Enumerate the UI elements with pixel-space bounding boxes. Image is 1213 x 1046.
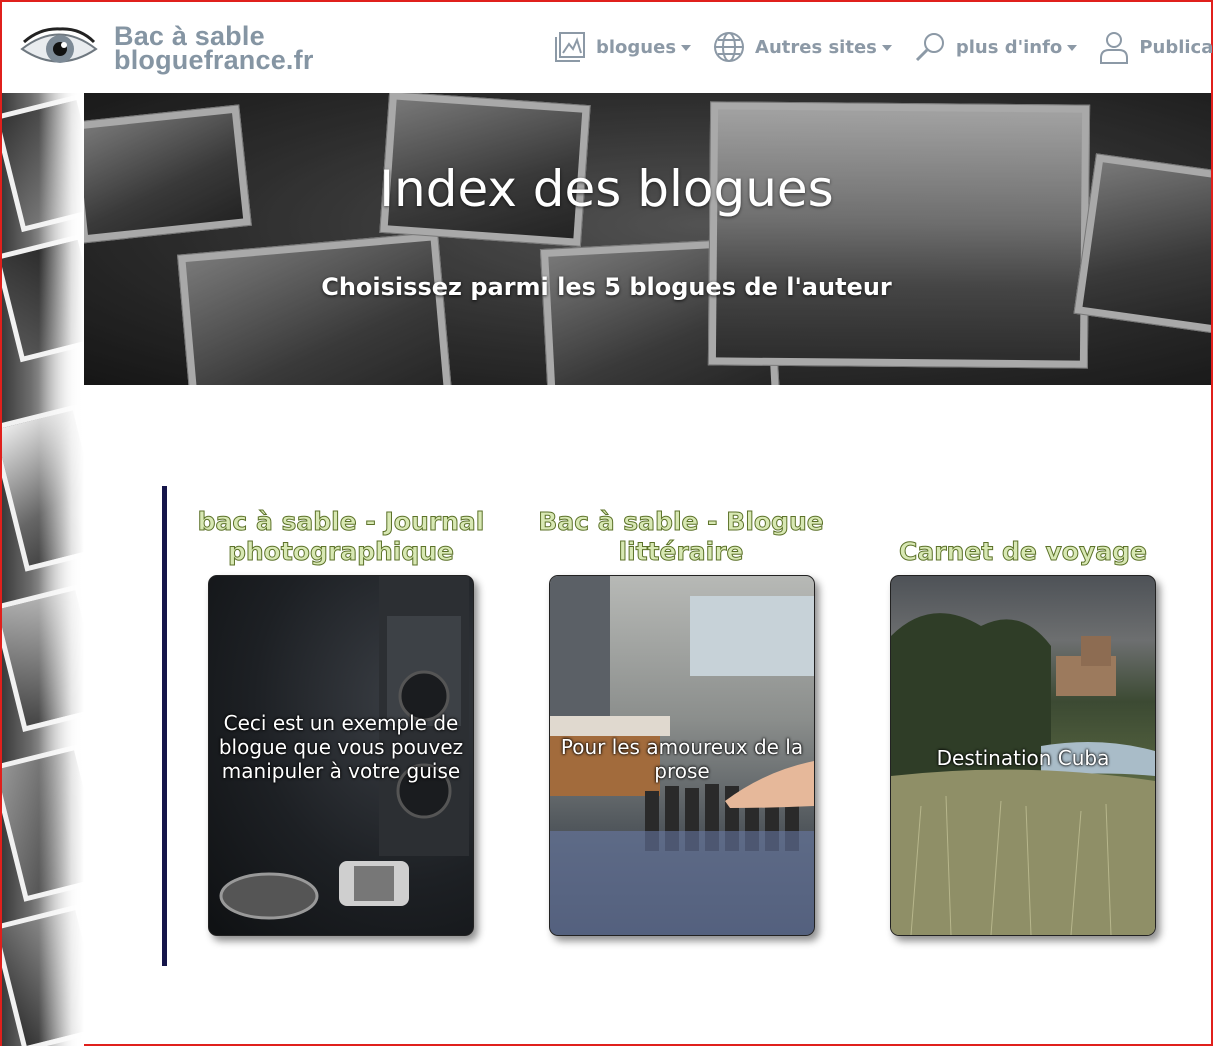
blog-card-journal-photo[interactable]: Ceci est un exemple de blogue que vous p…	[208, 575, 474, 936]
nav-plus-info[interactable]: plus d'info	[914, 31, 1078, 63]
eye-logo-icon[interactable]	[20, 22, 98, 72]
page-title: Index des blogues	[379, 160, 834, 218]
user-icon	[1100, 32, 1129, 64]
page-subtitle: Choisissez parmi les 5 blogues de l'aute…	[321, 273, 892, 301]
brand-line-2: bloguefrance.fr	[114, 45, 314, 75]
nav-autres-sites[interactable]: Autres sites	[713, 31, 892, 63]
nav-plus-info-label: plus d'info	[955, 36, 1063, 58]
site-brand[interactable]: Bac à sable bloguefrance.fr	[114, 23, 314, 75]
accent-bar	[162, 486, 167, 966]
chevron-down-icon	[881, 45, 892, 51]
chevron-down-icon	[1067, 45, 1078, 51]
nav-autres-sites-label: Autres sites	[755, 36, 877, 58]
nav-blogues[interactable]: blogues	[554, 31, 692, 63]
blog-card-carnet-voyage[interactable]: Destination Cuba	[890, 575, 1156, 936]
main-nav: blogues Autres sites plus d'info Publica	[554, 30, 1213, 64]
nav-publications[interactable]: Publicat	[1099, 30, 1213, 64]
blog-card-title-1[interactable]: bac à sable - Journal photographique	[196, 507, 486, 567]
blog-card-title-3[interactable]: Carnet de voyage	[878, 537, 1168, 567]
blog-card-caption: Ceci est un exemple de blogue que vous p…	[218, 711, 464, 783]
chevron-down-icon	[681, 45, 692, 51]
nav-publications-label: Publicat	[1139, 36, 1213, 58]
chart-image-icon	[555, 32, 585, 62]
side-photo-strip	[2, 93, 84, 1046]
hero-banner: Index des blogues Choisissez parmi les 5…	[84, 93, 1211, 385]
nav-blogues-label: blogues	[596, 36, 677, 58]
blog-card-blogue-litteraire[interactable]: Pour les amoureux de la prose	[549, 575, 815, 936]
blog-card-caption: Pour les amoureux de la prose	[560, 735, 804, 783]
site-header: Bac à sable bloguefrance.fr blogues Autr…	[2, 2, 1213, 93]
search-icon	[915, 33, 944, 62]
globe-icon	[714, 32, 745, 62]
blog-card-title-2[interactable]: Bac à sable - Blogue littéraire	[536, 507, 826, 567]
blog-card-caption: Destination Cuba	[936, 746, 1110, 770]
